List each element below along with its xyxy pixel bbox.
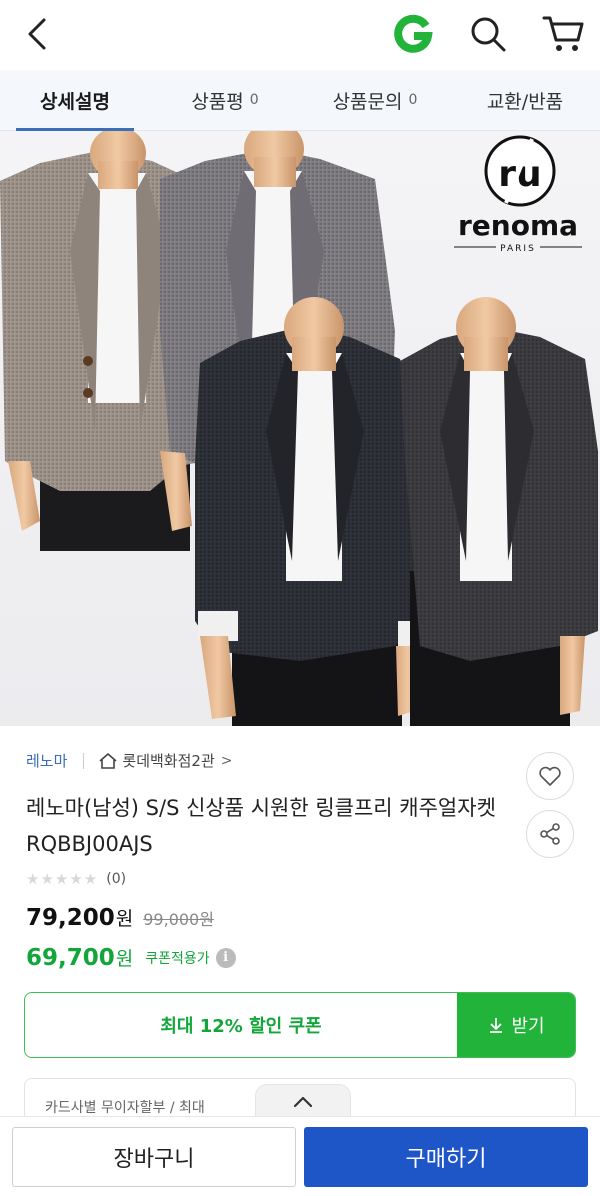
tab-label: 상품문의 [332, 90, 403, 113]
info-icon[interactable]: i [215, 947, 236, 968]
coupon-text: 최대 12% 할인 쿠폰 [160, 1016, 322, 1037]
home-icon [99, 752, 117, 769]
star-rating: ★★★★★ [26, 870, 99, 888]
product-info: 레노마 롯데백화점2관 > 레노마(남성) S/S 신상품 시원한 링클프리 캐… [0, 726, 600, 1138]
product-title: 레노마(남성) S/S 신상품 시원한 링클프리 캐주얼자켓RQBBJ00AJS [26, 796, 496, 856]
coupon-price-line: 69,700 원 쿠폰적용가 i [26, 944, 236, 971]
search-button[interactable] [466, 12, 510, 56]
price-line: 79,200 원 99,000원 [26, 904, 214, 931]
download-icon [490, 1018, 503, 1033]
chevron-up-icon [293, 1096, 313, 1107]
tab-inquiries[interactable]: 상품문의 0 [300, 70, 450, 130]
like-button[interactable] [526, 752, 574, 800]
g-logo-icon [394, 14, 433, 53]
tab-label: 상품평 [191, 90, 244, 113]
brand-link[interactable]: 레노마 [26, 750, 67, 771]
cart-button[interactable] [538, 10, 588, 56]
coupon-price: 69,700 [26, 944, 115, 971]
renoma-wordmark: renoma [458, 209, 578, 242]
divider [83, 752, 85, 769]
card-installment-text: 카드사별 무이자할부 / 최대 [45, 1100, 205, 1116]
tab-reviews[interactable]: 상품평 0 [150, 70, 300, 130]
sale-price: 79,200 [26, 905, 115, 931]
back-button[interactable] [18, 12, 58, 56]
original-price: 99,000원 [143, 910, 214, 929]
tab-returns[interactable]: 교환/반품 [450, 70, 600, 130]
search-icon [471, 17, 506, 52]
expand-handle[interactable] [255, 1084, 351, 1118]
coupon-banner[interactable]: 최대 12% 할인 쿠폰 받기 [24, 992, 576, 1058]
coupon-price-unit: 원 [115, 948, 134, 970]
svg-text:PARIS: PARIS [500, 244, 536, 254]
buy-now-button[interactable]: 구매하기 [304, 1127, 588, 1187]
store-name: 롯데백화점2관 [122, 752, 215, 770]
svg-text:ru: ru [498, 154, 541, 195]
cart-icon [542, 16, 584, 51]
gmarket-button[interactable] [390, 12, 436, 56]
chevron-left-icon [28, 18, 46, 50]
detail-tabs: 상세설명 상품평 0 상품문의 0 교환/반품 [0, 70, 600, 131]
coupon-price-label: 쿠폰적용가 [145, 950, 210, 967]
product-image[interactable]: ru renoma PARIS [0, 131, 600, 726]
review-count: (0) [106, 871, 127, 887]
tab-count: 0 [249, 92, 259, 108]
tab-count: 0 [408, 92, 418, 108]
rating[interactable]: ★★★★★ (0) [26, 870, 126, 888]
heart-icon [539, 766, 561, 786]
jacket-photo: ru renoma PARIS [0, 131, 600, 726]
share-button[interactable] [526, 810, 574, 858]
share-icon [540, 823, 560, 845]
store-link[interactable]: 롯데백화점2관 > [98, 750, 233, 771]
tab-description[interactable]: 상세설명 [0, 70, 150, 131]
top-bar [0, 0, 600, 70]
download-coupon-button[interactable]: 받기 [452, 993, 575, 1057]
bottom-action-bar: 장바구니 구매하기 [0, 1116, 600, 1196]
download-label: 받기 [511, 1016, 545, 1037]
tab-label: 교환/반품 [486, 90, 564, 113]
brand-line: 레노마 롯데백화점2관 > [26, 750, 233, 771]
add-to-cart-button[interactable]: 장바구니 [12, 1127, 296, 1187]
tab-label: 상세설명 [40, 90, 110, 113]
price-unit: 원 [115, 908, 134, 930]
chevron-right-icon: > [220, 752, 233, 769]
